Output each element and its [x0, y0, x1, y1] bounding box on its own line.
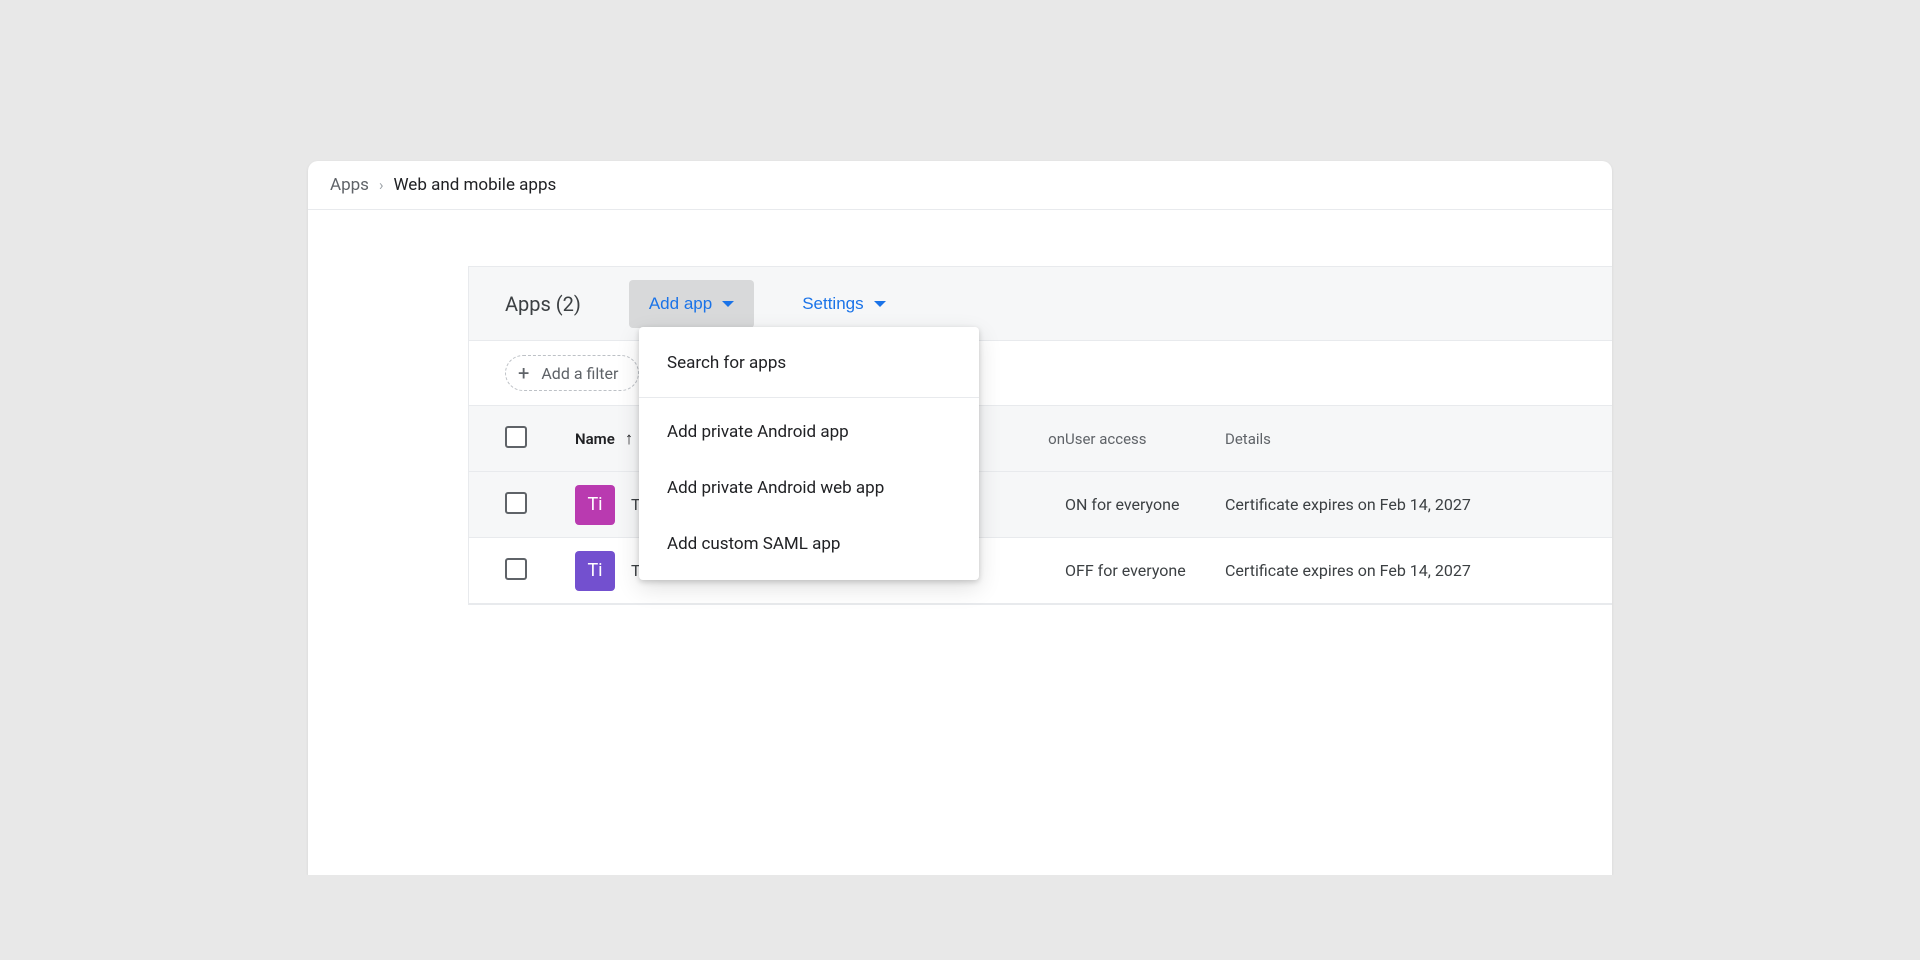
row-user-access: OFF for everyone: [1065, 561, 1225, 580]
page-card: Apps › Web and mobile apps Apps (2) Add …: [308, 161, 1612, 875]
add-app-label: Add app: [649, 294, 712, 314]
col-user-access[interactable]: User access: [1065, 430, 1225, 448]
select-all-checkbox[interactable]: [505, 426, 527, 448]
row-user-access: ON for everyone: [1065, 495, 1225, 514]
add-app-dropdown: Search for apps Add private Android app …: [639, 327, 979, 580]
chevron-down-icon: [874, 301, 886, 307]
add-filter-label: Add a filter: [541, 364, 618, 383]
row-details: Certificate expires on Feb 14, 2027: [1225, 561, 1576, 580]
apps-count-title: Apps (2): [505, 292, 581, 316]
chevron-down-icon: [722, 301, 734, 307]
col-name[interactable]: Name: [575, 430, 615, 448]
chevron-right-icon: ›: [379, 176, 384, 194]
dropdown-divider: [639, 397, 979, 398]
app-badge: Ti: [575, 485, 615, 525]
row-checkbox[interactable]: [505, 558, 527, 580]
dropdown-private-android-web[interactable]: Add private Android web app: [639, 460, 979, 516]
breadcrumb-current: Web and mobile apps: [393, 175, 556, 195]
breadcrumb-root[interactable]: Apps: [330, 175, 369, 195]
apps-panel: Apps (2) Add app Settings Search for app…: [468, 266, 1612, 605]
row-details: Certificate expires on Feb 14, 2027: [1225, 495, 1576, 514]
row-checkbox[interactable]: [505, 492, 527, 514]
sort-asc-icon[interactable]: ↑: [625, 429, 634, 449]
settings-label: Settings: [802, 294, 863, 314]
add-filter-button[interactable]: + Add a filter: [505, 355, 639, 391]
toolbar: Apps (2) Add app Settings Search for app…: [469, 267, 1612, 341]
add-app-button[interactable]: Add app: [629, 280, 754, 328]
dropdown-private-android[interactable]: Add private Android app: [639, 404, 979, 460]
plus-icon: +: [518, 363, 529, 383]
dropdown-search-apps[interactable]: Search for apps: [639, 335, 979, 391]
settings-button[interactable]: Settings: [782, 280, 905, 328]
app-badge: Ti: [575, 551, 615, 591]
breadcrumb: Apps › Web and mobile apps: [308, 161, 1612, 210]
col-details[interactable]: Details: [1225, 430, 1576, 448]
dropdown-custom-saml[interactable]: Add custom SAML app: [639, 516, 979, 572]
